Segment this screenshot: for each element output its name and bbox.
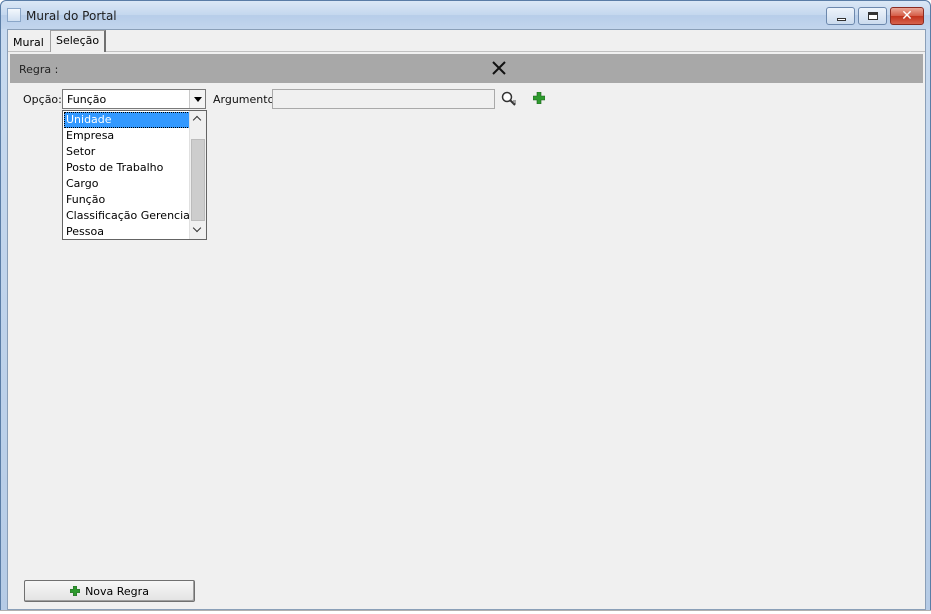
tab-selecao[interactable]: Seleção [50,30,107,52]
dropdown-item-posto-de-trabalho[interactable]: Posto de Trabalho [64,160,190,176]
search-icon[interactable] [500,90,518,108]
dropdown-item-empresa[interactable]: Empresa [64,128,190,144]
scroll-down-icon[interactable] [190,222,206,239]
rule-label: Regra : [19,63,59,76]
close-icon: ✕ [901,8,913,24]
tab-divider [8,51,925,52]
restore-button[interactable] [858,7,887,25]
window-title: Mural do Portal [26,9,117,23]
dropdown-item-pessoa[interactable]: Pessoa [64,224,190,240]
tab-strip: Mural Seleção [8,30,925,52]
dropdown-item-classificacao-gerencial[interactable]: Classificação Gerencial [64,208,193,224]
dropdown-scrollbar[interactable] [189,111,206,239]
app-icon [7,8,21,22]
new-rule-button-content: Nova Regra [25,585,194,598]
chevron-down-icon[interactable] [189,90,205,108]
main-window: Mural do Portal ✕ Mural Seleção Regra : … [0,0,931,612]
title-bar[interactable]: Mural do Portal ✕ [1,1,930,29]
dropdown-item-setor[interactable]: Setor [64,144,190,160]
add-icon[interactable] [533,92,545,104]
scroll-up-icon[interactable] [190,111,206,128]
scroll-thumb[interactable] [191,139,205,221]
minimize-button[interactable] [826,7,855,25]
argument-label: Argumento: [213,93,279,106]
client-area: Mural Seleção Regra : Opção: Função Argu… [7,29,926,610]
restore-icon [868,12,878,20]
tab-mural[interactable]: Mural [8,33,49,52]
new-rule-label: Nova Regra [85,585,149,598]
dropdown-item-unidade[interactable]: Unidade [64,112,190,128]
dropdown-item-funcao[interactable]: Função [64,192,190,208]
option-select[interactable]: Função [62,89,206,109]
bottom-strip [0,610,931,614]
remove-rule-icon[interactable] [491,60,507,76]
add-icon [70,586,81,596]
option-select-value: Função [67,93,107,106]
close-button[interactable]: ✕ [890,7,924,25]
option-dropdown-list[interactable]: Unidade Empresa Setor Posto de Trabalho … [62,110,207,240]
new-rule-button[interactable]: Nova Regra [24,580,195,602]
dropdown-item-cargo[interactable]: Cargo [64,176,190,192]
rule-bar: Regra : [10,54,923,83]
argument-input[interactable] [272,89,495,109]
option-label: Opção: [23,93,62,106]
minimize-icon [837,18,846,21]
